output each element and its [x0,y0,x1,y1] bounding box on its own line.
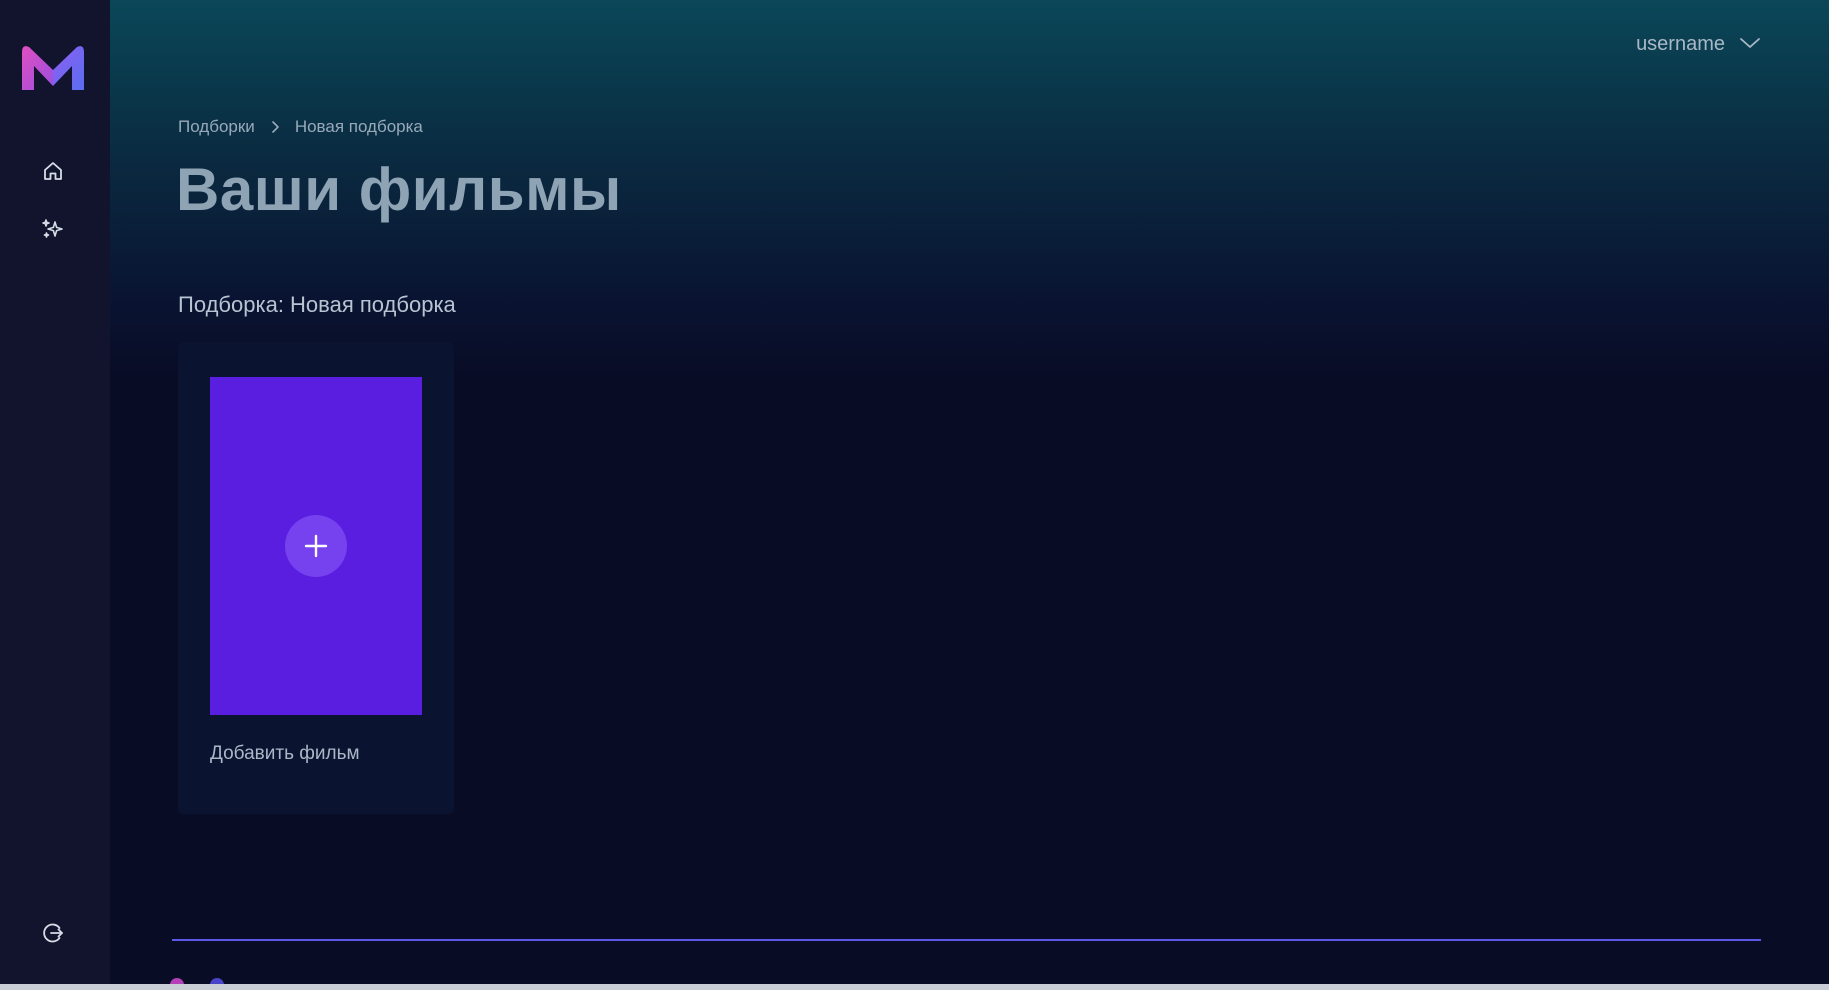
breadcrumb: Подборки Новая подборка [178,117,423,137]
add-movie-label[interactable]: Добавить фильм [210,743,360,765]
window-bottom-edge [0,984,1829,990]
chevron-right-icon [269,120,281,134]
add-movie-poster[interactable] [210,377,422,715]
logout-icon[interactable] [38,918,68,948]
sparkles-icon[interactable] [38,214,68,244]
home-icon[interactable] [38,156,68,186]
collection-heading: Подборка: Новая подборка [178,292,456,317]
main-content: username Подборки Новая подборка Ваши фи… [110,0,1829,990]
plus-icon[interactable] [285,515,347,577]
breadcrumb-item-collections[interactable]: Подборки [178,117,255,137]
page-title: Ваши фильмы [176,156,622,223]
sidebar [0,0,110,990]
username-label[interactable]: username [1636,33,1725,56]
breadcrumb-item-current: Новая подборка [294,117,423,136]
footer-divider [172,939,1761,941]
app-root: username Подборки Новая подборка Ваши фи… [0,0,1829,990]
add-movie-card[interactable]: Добавить фильм [178,342,454,814]
logo-m-icon[interactable] [20,42,86,92]
chevron-down-icon[interactable] [1739,33,1761,56]
user-menu[interactable]: username [1636,33,1761,56]
